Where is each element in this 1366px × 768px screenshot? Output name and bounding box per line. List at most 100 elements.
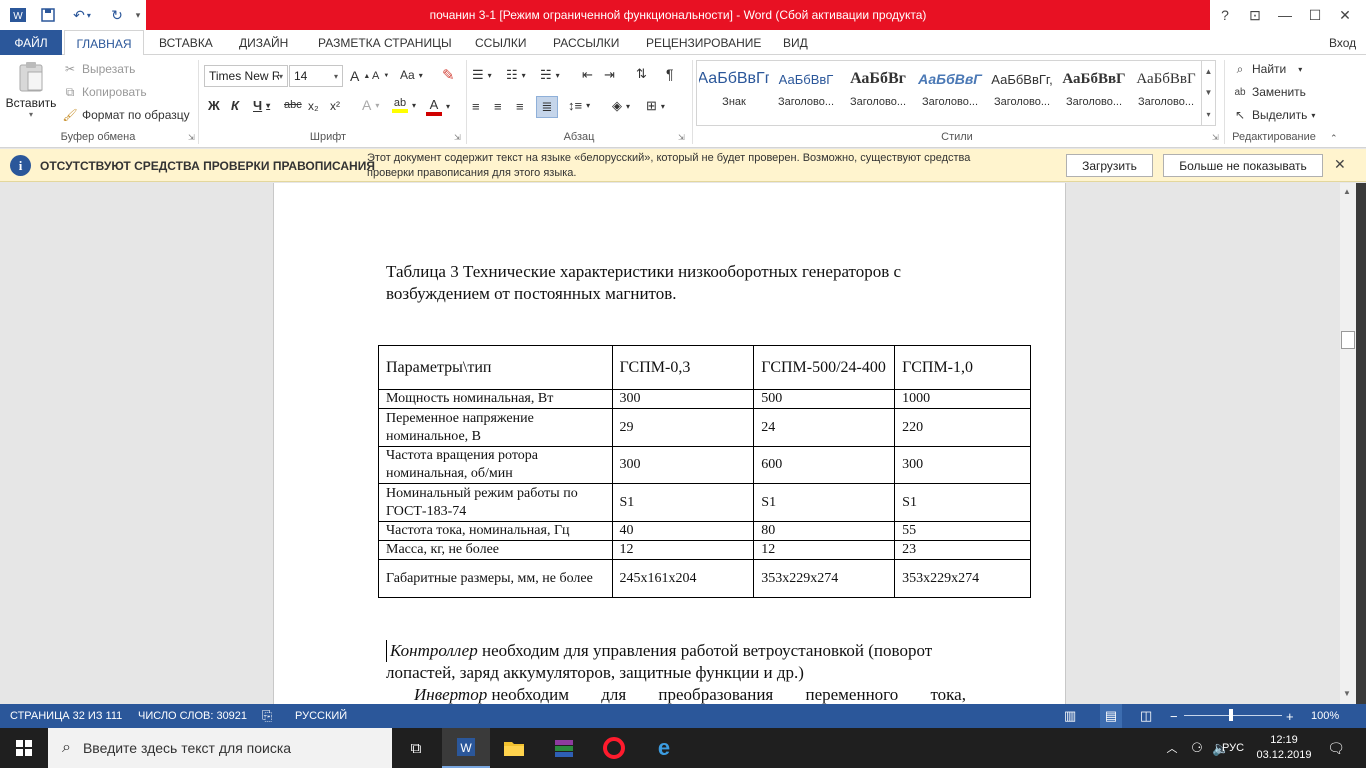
tab-view[interactable]: ВИД — [783, 30, 808, 55]
line-spacing-button[interactable]: ↕≡ ▾ — [568, 98, 590, 113]
zoom-slider-thumb[interactable] — [1229, 709, 1233, 721]
italic-button[interactable]: К — [231, 98, 239, 113]
tab-references[interactable]: ССЫЛКИ — [475, 30, 526, 55]
undo-icon[interactable]: ↶ ▾ — [66, 5, 98, 25]
bullets-button[interactable]: ☰ ▾ — [472, 67, 492, 83]
style-item-heading1[interactable]: АаБбВвГ Заголово... — [770, 62, 842, 122]
network-icon[interactable]: ⚆ — [1186, 728, 1208, 768]
taskbar-search-box[interactable]: ⌕ Введите здесь текст для поиска — [48, 728, 392, 768]
task-view-icon[interactable]: ⧉ — [392, 728, 440, 768]
cut-button[interactable]: ✂ Вырезать — [62, 61, 135, 77]
change-case-button[interactable]: Aa ▾ — [400, 68, 423, 82]
language-status[interactable]: РУССКИЙ — [295, 704, 347, 728]
tab-insert[interactable]: ВСТАВКА — [159, 30, 213, 55]
taskbar-word-icon[interactable]: W — [442, 728, 490, 768]
tab-file[interactable]: ФАЙЛ — [0, 30, 62, 55]
style-item-znak[interactable]: АаБбВвГг Знак — [698, 62, 770, 122]
font-color-button[interactable]: A ▾ — [426, 97, 450, 116]
web-layout-icon[interactable]: ◫ — [1140, 704, 1152, 728]
zoom-out-button[interactable]: − — [1170, 704, 1178, 728]
subscript-button[interactable]: x₂ — [308, 99, 319, 113]
select-button[interactable]: ↖ Выделить ▾ — [1232, 107, 1315, 123]
edge-icon[interactable]: e — [640, 728, 688, 768]
close-infobar-icon[interactable]: ✕ — [1334, 156, 1346, 173]
maximize-button[interactable]: ☐ — [1300, 0, 1330, 30]
word-count[interactable]: ЧИСЛО СЛОВ: 30921 — [138, 704, 247, 728]
dont-show-again-button[interactable]: Больше не показывать — [1163, 154, 1323, 177]
underline-button[interactable]: Ч ▾ — [253, 98, 270, 113]
dialog-launcher-icon[interactable]: ⇲ — [678, 133, 685, 142]
dialog-launcher-icon[interactable]: ⇲ — [188, 133, 195, 142]
tab-home[interactable]: ГЛАВНАЯ — [64, 30, 144, 56]
input-language[interactable]: РУС — [1216, 728, 1250, 768]
download-button[interactable]: Загрузить — [1066, 154, 1153, 177]
document-page[interactable]: Таблица 3 Технические характеристики низ… — [273, 183, 1066, 704]
tab-design[interactable]: ДИЗАЙН — [239, 30, 288, 55]
paste-button[interactable]: Вставить ▾ — [6, 60, 56, 128]
superscript-button[interactable]: x² — [330, 99, 340, 113]
align-center-icon[interactable]: ≡ — [494, 99, 502, 114]
dialog-launcher-icon[interactable]: ⇲ — [454, 133, 461, 142]
help-button[interactable]: ? — [1210, 0, 1240, 30]
strikethrough-button[interactable]: abc — [284, 99, 302, 111]
vertical-scrollbar[interactable]: ▲ ▼ — [1340, 183, 1356, 704]
zoom-level[interactable]: 100% — [1311, 704, 1339, 728]
align-left-icon[interactable]: ≡ — [472, 99, 480, 114]
file-explorer-icon[interactable] — [490, 728, 538, 768]
scroll-down-icon[interactable]: ▼ — [1343, 689, 1351, 698]
increase-indent-icon[interactable]: ⇥ — [604, 67, 615, 83]
scroll-up-icon[interactable]: ▲ — [1343, 187, 1351, 196]
style-item-heading5[interactable]: АаБбВвГ Заголово... — [1058, 62, 1130, 122]
zoom-in-button[interactable]: + — [1286, 704, 1294, 728]
tab-layout[interactable]: РАЗМЕТКА СТРАНИЦЫ — [318, 30, 452, 55]
start-button[interactable] — [0, 728, 48, 768]
tab-review[interactable]: РЕЦЕНЗИРОВАНИЕ — [646, 30, 761, 55]
ribbon-display-button[interactable]: ⊡ — [1240, 0, 1270, 30]
winrar-icon[interactable] — [540, 728, 588, 768]
font-size-select[interactable]: 14 ▾ — [289, 65, 343, 87]
style-item-heading3[interactable]: АаБбВвГ Заголово... — [914, 62, 986, 122]
read-mode-icon[interactable]: ▥ — [1064, 704, 1076, 728]
print-layout-icon[interactable]: ▤ — [1100, 704, 1122, 728]
scroll-thumb[interactable] — [1341, 331, 1355, 349]
styles-scroll[interactable]: ▲ ▼ ▾ — [1201, 61, 1215, 125]
borders-button[interactable]: ⊞ ▾ — [646, 98, 665, 114]
text-effects-button[interactable]: A ▾ — [362, 97, 379, 113]
action-center-icon[interactable]: 🗨 — [1318, 728, 1354, 768]
clear-formatting-icon[interactable]: ✎ — [442, 66, 455, 84]
highlight-button[interactable]: ab ▾ — [392, 97, 416, 113]
decrease-indent-icon[interactable]: ⇤ — [582, 67, 593, 83]
redo-icon[interactable]: ↻ — [106, 5, 128, 25]
align-right-icon[interactable]: ≡ — [516, 99, 524, 114]
clock[interactable]: 12:19 03.12.2019 — [1256, 731, 1312, 765]
show-formatting-icon[interactable]: ¶ — [666, 66, 674, 82]
show-hidden-icons-icon[interactable]: ︿ — [1162, 728, 1182, 768]
save-icon[interactable] — [36, 5, 60, 25]
word-app-icon[interactable]: W — [6, 5, 30, 25]
find-button[interactable]: ⌕ Найти ▾ — [1232, 61, 1303, 77]
grow-font-button[interactable]: A ▲ — [350, 68, 370, 84]
multilevel-list-button[interactable]: ☵ ▾ — [540, 67, 560, 83]
style-item-heading2[interactable]: АаБбВг Заголово... — [842, 62, 914, 122]
copy-button[interactable]: ⧉ Копировать — [62, 84, 147, 100]
style-item-heading6[interactable]: АаБбВвГ Заголово... — [1130, 62, 1202, 122]
minimize-button[interactable]: — — [1270, 0, 1300, 30]
format-painter-button[interactable]: 🖌 Формат по образцу — [62, 107, 189, 123]
page-count[interactable]: СТРАНИЦА 32 ИЗ 111 — [10, 704, 122, 728]
opera-icon[interactable] — [590, 728, 638, 768]
collapse-ribbon-icon[interactable]: ⌃ — [1330, 133, 1338, 144]
shading-button[interactable]: ◈ ▾ — [612, 98, 630, 114]
sort-icon[interactable]: ⇅ — [636, 66, 647, 82]
numbering-button[interactable]: ☷ ▾ — [506, 67, 526, 83]
font-name-select[interactable]: Times New R ▾ — [204, 65, 288, 87]
proofing-icon[interactable]: ⎘ — [262, 704, 272, 728]
sign-in-link[interactable]: Вход — [1329, 30, 1356, 55]
tab-mailings[interactable]: РАССЫЛКИ — [553, 30, 619, 55]
dialog-launcher-icon[interactable]: ⇲ — [1212, 133, 1219, 142]
close-button[interactable]: ✕ — [1330, 0, 1360, 30]
justify-icon[interactable]: ≣ — [536, 96, 558, 118]
style-item-heading4[interactable]: АаБбВвГг, Заголово... — [986, 62, 1058, 122]
customize-qat-icon[interactable]: ▾ — [132, 5, 144, 25]
shrink-font-button[interactable]: A ▼ — [372, 70, 389, 82]
zoom-slider-track[interactable] — [1184, 715, 1282, 716]
